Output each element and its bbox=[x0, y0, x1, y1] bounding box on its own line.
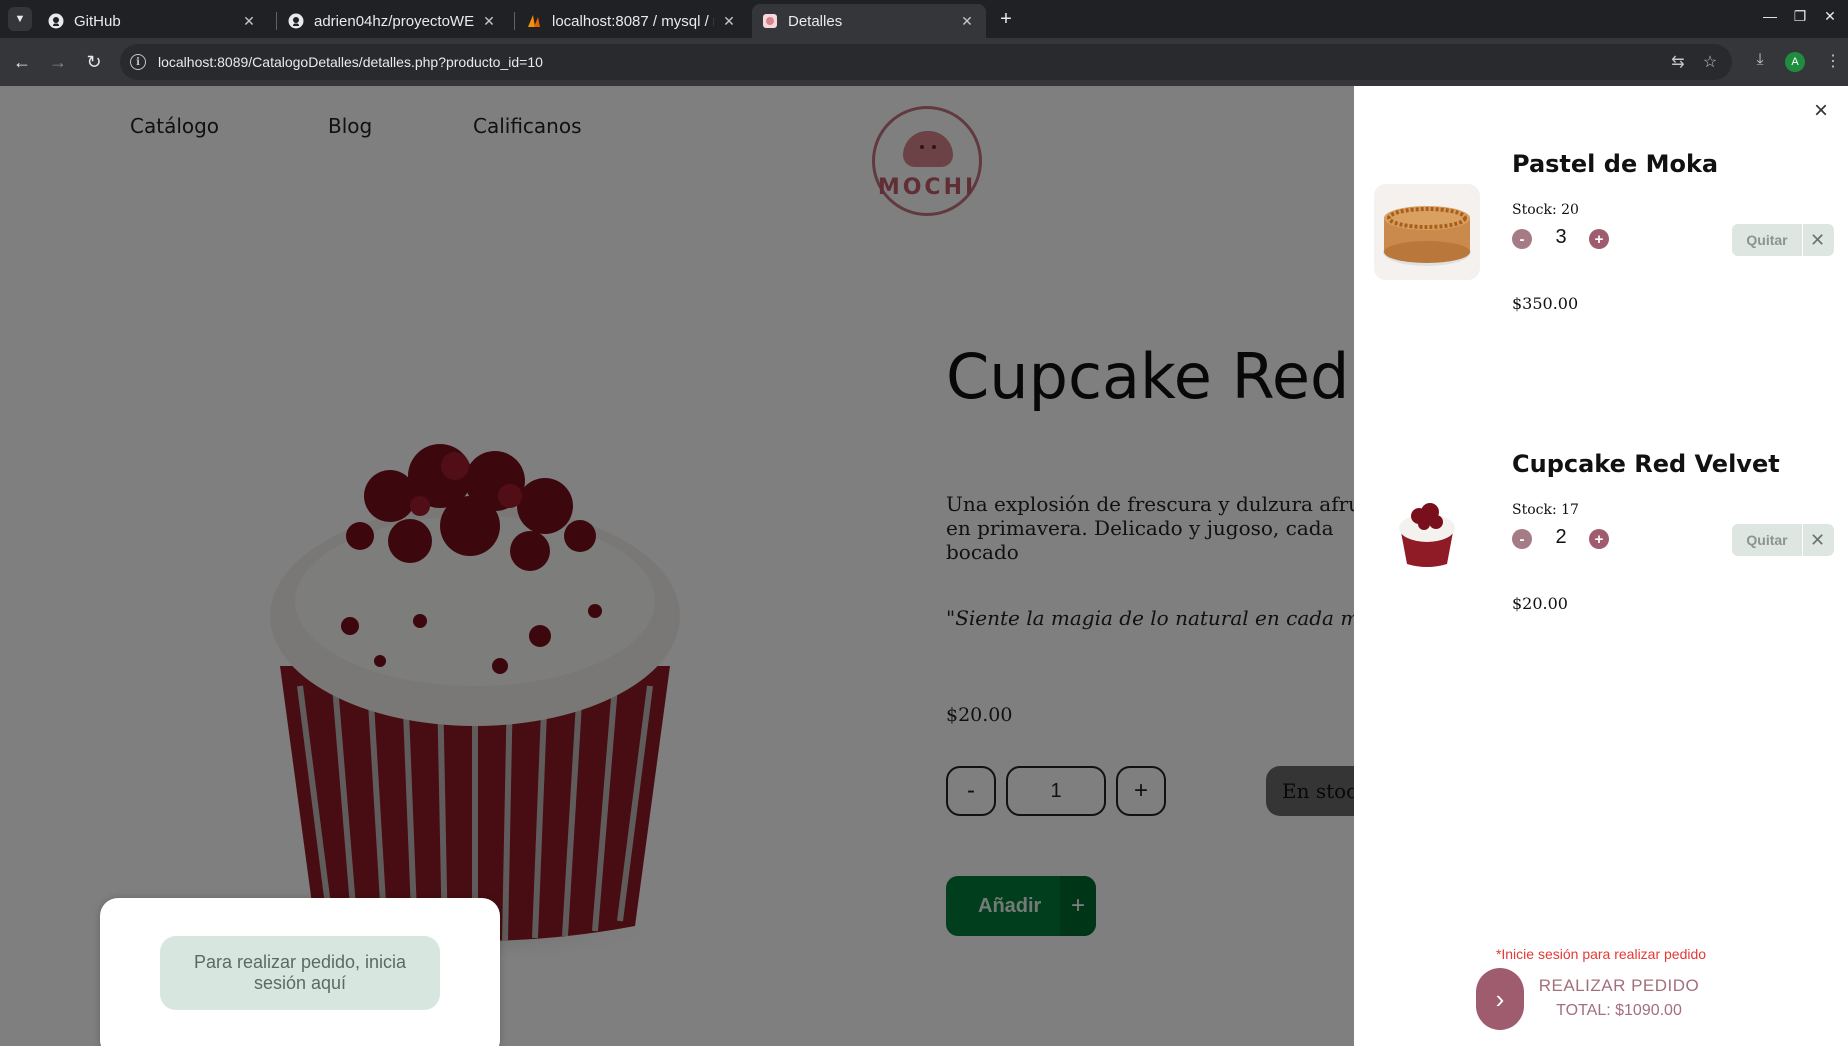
cart-item-remove-button[interactable]: Quitar ✕ bbox=[1732, 524, 1834, 556]
new-tab-button[interactable]: + bbox=[994, 7, 1018, 31]
address-bar[interactable]: i localhost:8089/CatalogoDetalles/detall… bbox=[120, 44, 1732, 80]
cart-item-decrease-button[interactable]: - bbox=[1512, 229, 1532, 249]
cart-item-stock: Stock: 20 bbox=[1512, 202, 1579, 218]
remove-label: Quitar bbox=[1746, 232, 1788, 248]
login-button[interactable]: Para realizar pedido, inicia sesión aquí bbox=[160, 936, 440, 1010]
login-prompt-card: Para realizar pedido, inicia sesión aquí bbox=[100, 898, 500, 1046]
cart-item-name: Cupcake Red Velvet bbox=[1512, 450, 1780, 478]
cart-total: TOTAL: $1090.00 bbox=[1556, 1002, 1682, 1019]
translate-icon[interactable]: ⇆ bbox=[1668, 52, 1688, 72]
window-close-icon[interactable]: ✕ bbox=[1818, 8, 1842, 25]
tab-close-icon[interactable]: ✕ bbox=[958, 13, 976, 30]
tab-repo[interactable]: adrien04hz/proyectoWE ✕ bbox=[278, 4, 508, 38]
cart-item-increase-button[interactable]: + bbox=[1589, 229, 1609, 249]
github-icon bbox=[288, 13, 304, 29]
cart-item-quantity: 3 bbox=[1555, 226, 1567, 248]
tab-close-icon[interactable]: ✕ bbox=[240, 13, 258, 30]
minimize-icon[interactable]: — bbox=[1758, 8, 1782, 24]
cart-item-decrease-button[interactable]: - bbox=[1512, 529, 1532, 549]
back-arrow-icon[interactable]: ← bbox=[10, 50, 34, 74]
url-text[interactable]: localhost:8089/CatalogoDetalles/detalles… bbox=[158, 54, 543, 70]
tab-detalles[interactable]: Detalles ✕ bbox=[752, 4, 986, 38]
site-info-icon[interactable]: i bbox=[130, 54, 146, 70]
kebab-menu-icon[interactable]: ⋮ bbox=[1822, 51, 1844, 71]
browser-toolbar: ← → ↻ i localhost:8089/CatalogoDetalles/… bbox=[0, 38, 1848, 86]
tab-search-menu-button[interactable]: ▼ bbox=[8, 7, 32, 31]
cart-item-name: Pastel de Moka bbox=[1512, 150, 1719, 178]
checkout-label[interactable]: REALIZAR PEDIDO bbox=[1534, 976, 1704, 996]
tab-label: adrien04hz/proyectoWE bbox=[314, 12, 474, 30]
mochi-favicon-icon bbox=[762, 13, 778, 29]
web-page: Catálogo Blog Calificanos MOCHI bbox=[0, 86, 1848, 1046]
cart-item-price: $20.00 bbox=[1512, 594, 1568, 613]
download-icon[interactable]: ⤓ bbox=[1749, 51, 1771, 69]
close-icon[interactable]: ✕ bbox=[1802, 224, 1832, 256]
tab-close-icon[interactable]: ✕ bbox=[720, 13, 738, 30]
cart-panel: × Pastel de Moka Stock: 20 - 3 + $350.00… bbox=[1354, 86, 1848, 1046]
cart-item-price: $350.00 bbox=[1512, 294, 1579, 313]
tab-github[interactable]: GitHub ✕ bbox=[38, 4, 268, 38]
cart-item-image bbox=[1374, 480, 1480, 576]
tab-divider bbox=[514, 12, 515, 30]
login-required-warning: *Inicie sesión para realizar pedido bbox=[1495, 946, 1707, 962]
tab-label: GitHub bbox=[74, 12, 121, 30]
checkout-arrow-button[interactable]: › bbox=[1476, 968, 1524, 1030]
tab-phpmyadmin[interactable]: localhost:8087 / mysql / r ✕ bbox=[516, 4, 748, 38]
tab-label: localhost:8087 / mysql / r bbox=[552, 12, 714, 30]
forward-arrow-icon[interactable]: → bbox=[46, 50, 70, 74]
profile-avatar[interactable]: A bbox=[1785, 52, 1805, 72]
tab-close-icon[interactable]: ✕ bbox=[480, 13, 498, 30]
cart-item-increase-button[interactable]: + bbox=[1589, 529, 1609, 549]
bookmark-star-icon[interactable]: ☆ bbox=[1700, 52, 1720, 72]
tab-divider bbox=[276, 12, 277, 30]
cart-item-quantity: 2 bbox=[1555, 526, 1567, 548]
cart-item-image bbox=[1374, 184, 1480, 280]
reload-icon[interactable]: ↻ bbox=[82, 50, 106, 74]
close-icon[interactable]: × bbox=[1808, 97, 1834, 124]
cart-item-remove-button[interactable]: Quitar ✕ bbox=[1732, 224, 1834, 256]
phpmyadmin-icon bbox=[526, 13, 542, 29]
close-icon[interactable]: ✕ bbox=[1802, 524, 1832, 556]
restore-icon[interactable]: ❐ bbox=[1788, 8, 1812, 25]
remove-label: Quitar bbox=[1746, 532, 1788, 548]
browser-tabbar: ▼ GitHub ✕ adrien04hz/proyectoWE ✕ local… bbox=[0, 0, 1848, 38]
tab-label: Detalles bbox=[788, 12, 843, 30]
github-icon bbox=[48, 13, 64, 29]
cart-item-stock: Stock: 17 bbox=[1512, 502, 1579, 518]
